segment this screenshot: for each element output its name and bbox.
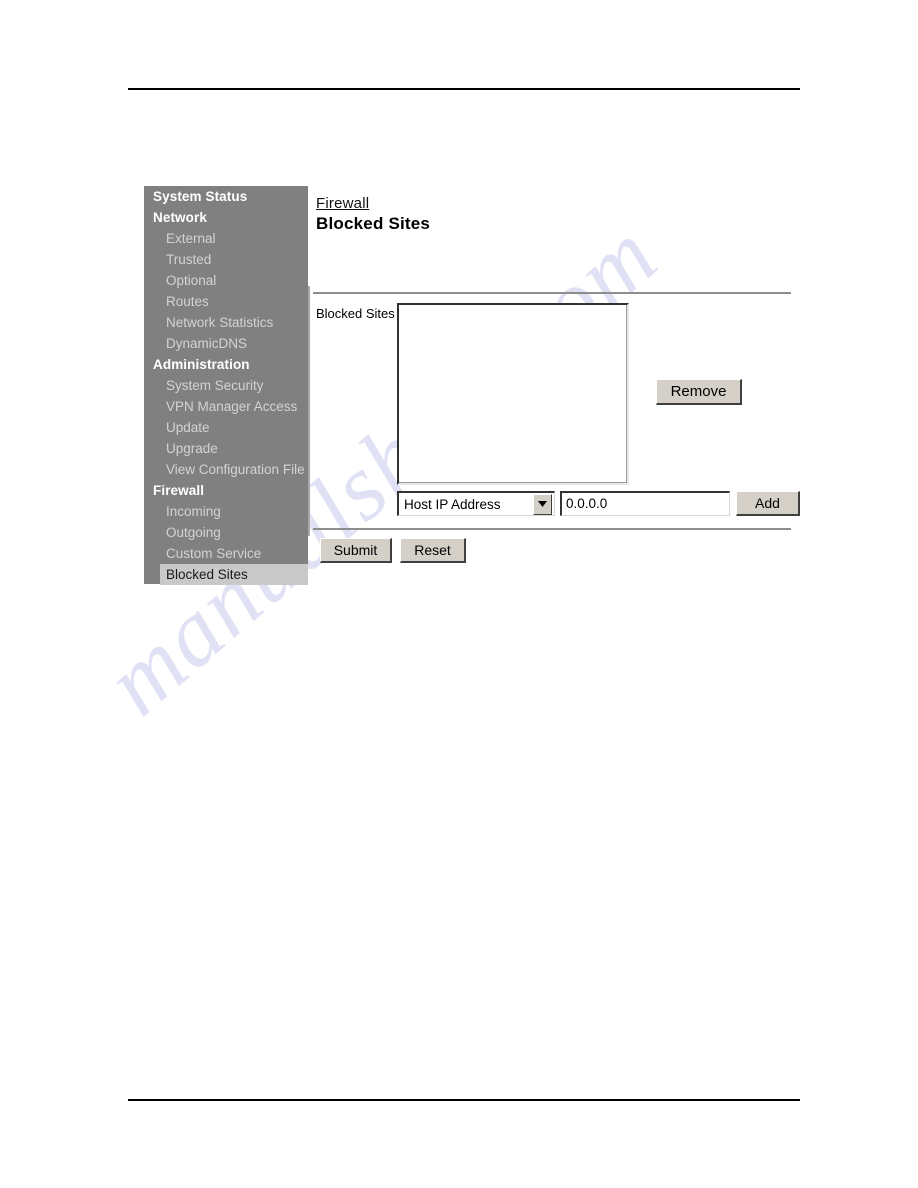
- sidebar-item-dynamicdns[interactable]: DynamicDNS: [144, 333, 308, 354]
- sidebar-item-upgrade[interactable]: Upgrade: [144, 438, 308, 459]
- page-footer-rule: [128, 1099, 800, 1101]
- content-frame-edge: [308, 286, 310, 536]
- remove-button[interactable]: Remove: [656, 379, 742, 405]
- sidebar-item-label: Network: [153, 210, 207, 225]
- add-button[interactable]: Add: [736, 491, 800, 516]
- sidebar-item-label: System Security: [166, 378, 264, 393]
- sidebar-item-label: System Status: [153, 189, 248, 204]
- sidebar-item-firewall[interactable]: Firewall: [144, 480, 308, 501]
- action-separator: [313, 528, 791, 530]
- sidebar-item-label: External: [166, 231, 216, 246]
- page-header-rule: [128, 88, 800, 90]
- sidebar-item-label: Trusted: [166, 252, 212, 267]
- sidebar-item-trusted[interactable]: Trusted: [144, 249, 308, 270]
- sidebar-item-optional[interactable]: Optional: [144, 270, 308, 291]
- sidebar-item-administration[interactable]: Administration: [144, 354, 308, 375]
- sidebar-item-label: Optional: [166, 273, 217, 288]
- sidebar-item-system-security[interactable]: System Security: [144, 375, 308, 396]
- sidebar-item-label: Update: [166, 420, 210, 435]
- sidebar-item-network[interactable]: Network: [144, 207, 308, 228]
- sidebar-item-view-configuration-file[interactable]: View Configuration File: [144, 459, 308, 480]
- sidebar-item-outgoing[interactable]: Outgoing: [144, 522, 308, 543]
- sidebar-item-network-statistics[interactable]: Network Statistics: [144, 312, 308, 333]
- sidebar-item-label: Blocked Sites: [166, 567, 248, 582]
- sidebar-item-label: Incoming: [166, 504, 221, 519]
- sidebar-item-blocked-sites[interactable]: Blocked Sites: [160, 564, 308, 585]
- sidebar-nav: System Status Network External Trusted Optio…: [144, 186, 308, 585]
- blocked-sites-label: Blocked Sites: [316, 306, 395, 321]
- page-title: Blocked Sites: [316, 214, 431, 233]
- sidebar-item-label: VPN Manager Access: [166, 399, 298, 414]
- blocked-sites-listbox[interactable]: [397, 303, 629, 485]
- router-admin-screenshot: System Status Network External Trusted Optio…: [144, 186, 804, 586]
- sidebar-item-label: Administration: [153, 357, 250, 372]
- sidebar-item-label: DynamicDNS: [166, 336, 248, 351]
- sidebar-item-label: Outgoing: [166, 525, 221, 540]
- sidebar-item-label: Upgrade: [166, 441, 218, 456]
- sidebar-item-vpn-manager-access[interactable]: VPN Manager Access: [144, 396, 308, 417]
- sidebar-item-custom-service[interactable]: Custom Service: [144, 543, 308, 564]
- sidebar-item-external[interactable]: External: [144, 228, 308, 249]
- sidebar-item-label: Network Statistics: [166, 315, 274, 330]
- sidebar-item-label: View Configuration File: [166, 462, 305, 477]
- sidebar-item-label: Firewall: [153, 483, 205, 498]
- breadcrumb[interactable]: Firewall: [316, 195, 369, 212]
- address-type-select-value: Host IP Address: [404, 496, 501, 512]
- main-panel: Firewall Blocked Sites Blocked Sites Rem…: [308, 186, 804, 586]
- chevron-down-icon[interactable]: [533, 493, 552, 515]
- submit-button[interactable]: Submit: [320, 538, 392, 563]
- sidebar-item-routes[interactable]: Routes: [144, 291, 308, 312]
- sidebar-item-update[interactable]: Update: [144, 417, 308, 438]
- sidebar-item-label: Routes: [166, 294, 209, 309]
- address-type-select[interactable]: Host IP Address: [397, 491, 555, 516]
- title-separator: [313, 292, 791, 294]
- sidebar-item-incoming[interactable]: Incoming: [144, 501, 308, 522]
- sidebar: System Status Network External Trusted Optio…: [144, 186, 308, 585]
- reset-button[interactable]: Reset: [400, 538, 466, 563]
- address-input[interactable]: 0.0.0.0: [560, 491, 730, 516]
- sidebar-item-label: Custom Service: [166, 546, 262, 561]
- sidebar-item-system-status[interactable]: System Status: [144, 186, 308, 207]
